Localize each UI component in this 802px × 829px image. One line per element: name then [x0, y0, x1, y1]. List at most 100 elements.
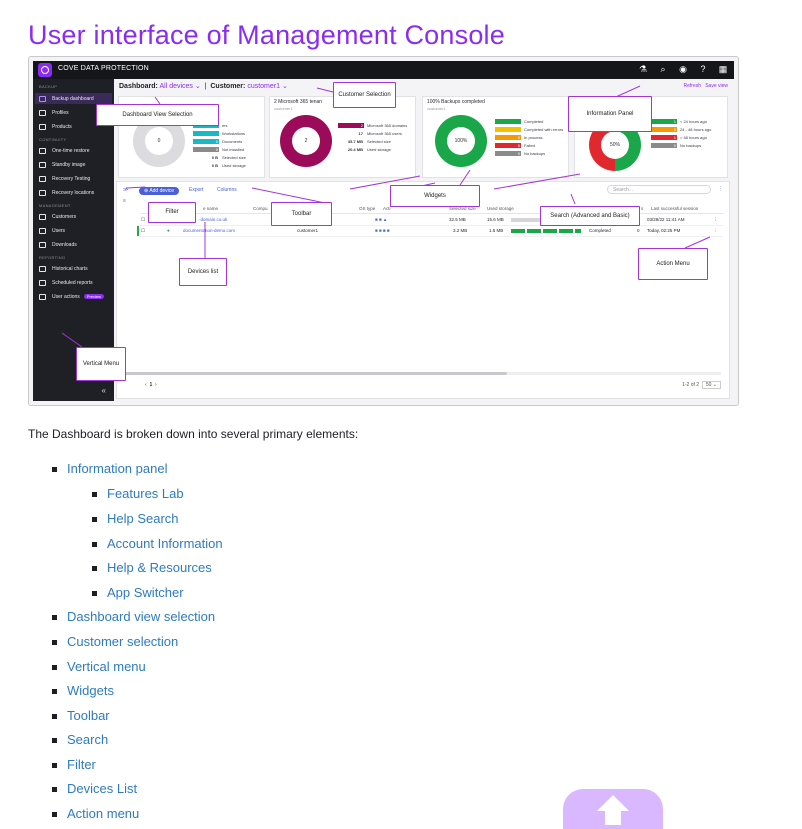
sidebar-item-backup-dashboard[interactable]: Backup dashboard	[35, 93, 112, 104]
columns-button[interactable]: Columns	[217, 187, 237, 193]
list-item-app-switcher[interactable]: App Switcher	[92, 585, 184, 605]
list-item-dashboard-view-selection[interactable]: Dashboard view selection	[51, 609, 215, 629]
widget-microsoft365: 2 Microsoft 365 tenan customer1 2 2 Micro…	[269, 96, 416, 178]
legend-label: Used storage	[222, 163, 246, 168]
row-checkbox[interactable]: ☐	[141, 228, 145, 234]
legend-swatch: 2	[338, 123, 364, 128]
device-name-link[interactable]: documentation-demo.com	[183, 228, 235, 233]
chevron-down-icon: ⌄	[192, 83, 203, 90]
sidebar-item-historical-charts[interactable]: Historical charts	[35, 263, 112, 274]
intro-text: The Dashboard is broken down into severa…	[28, 427, 359, 441]
save-view-button[interactable]: Save view	[705, 83, 728, 89]
refresh-button[interactable]: Refresh	[684, 83, 702, 89]
legend-item: Completed	[495, 119, 543, 124]
list-item-filter[interactable]: Filter	[52, 757, 96, 777]
pagination-summary: 1-2 of 2 50 ⌄	[682, 381, 721, 389]
table-row[interactable]: ☐ ● documentation-demo.com customer1 ■ ■…	[137, 226, 723, 237]
sidebar-item-one-time-restore[interactable]: One-time restore	[35, 145, 112, 156]
legend-item: 0 Not installed	[193, 147, 244, 152]
dashboard-view-select[interactable]: All devices	[159, 83, 192, 90]
sidebar-item-recovery-testing[interactable]: Recovery Testing	[35, 173, 112, 184]
export-button[interactable]: Export	[189, 187, 203, 193]
column-header[interactable]: Used storage	[487, 206, 514, 211]
callout-vertical-menu: Vertical Menu	[76, 347, 126, 381]
legend-item: 35.7 MB Selected size	[338, 139, 391, 144]
column-header[interactable]: Compu	[253, 206, 268, 211]
sidebar-item-recovery-locations[interactable]: Recovery locations	[35, 187, 112, 198]
pagination: ‹ 1 ›	[145, 382, 157, 388]
action-menu-icon[interactable]: ⋮	[713, 217, 718, 223]
legend-value: 35.7 MB	[347, 139, 363, 144]
search-icon[interactable]: ⌕	[658, 64, 668, 75]
sidebar-item-label: Recovery Testing	[52, 175, 91, 182]
current-page[interactable]: 1	[149, 382, 152, 388]
last-session: Today, 02:25 PM	[647, 228, 681, 233]
scrollbar-thumb[interactable]	[121, 372, 507, 375]
help-icon[interactable]: ?	[698, 64, 708, 75]
chevron-down-icon: ⌄	[280, 83, 288, 90]
flask-icon[interactable]: ⚗	[638, 64, 648, 75]
filter-icon[interactable]: ≡	[123, 198, 126, 204]
list-item-information-panel[interactable]: Information panel	[51, 461, 167, 481]
range-text: 1-2 of 2	[682, 382, 700, 388]
horizontal-scrollbar[interactable]	[121, 372, 721, 375]
sidebar-item-label: User actions	[52, 293, 80, 300]
customer-select[interactable]: customer1	[247, 83, 280, 90]
search-input[interactable]: Search...	[607, 185, 711, 194]
column-header[interactable]: e name	[203, 206, 218, 211]
more-icon[interactable]: ⋮	[718, 186, 723, 192]
sidebar-item-customers[interactable]: Customers	[35, 211, 112, 222]
products-icon	[39, 123, 46, 130]
sidebar-item-downloads[interactable]: Downloads	[35, 239, 112, 250]
legend-item: 17 Microsoft 365 users	[338, 131, 402, 136]
legend-item: 2 Microsoft 365 domains	[338, 123, 407, 128]
list-item-devices-list[interactable]: Devices List	[51, 781, 137, 801]
list-item-widgets[interactable]: Widgets	[52, 683, 114, 703]
legend-value: 20.4 MB	[347, 147, 363, 152]
list-item-action-menu[interactable]: Action menu	[51, 806, 139, 826]
column-header[interactable]: OS type	[359, 206, 375, 211]
used-storage: 15.6 MB	[487, 217, 504, 222]
add-device-button[interactable]: ⊕ Add device	[139, 187, 180, 195]
legend-value: 17	[358, 131, 363, 136]
list-item-account-information[interactable]: Account Information	[92, 536, 223, 556]
column-header[interactable]: Last successful session	[651, 206, 698, 211]
callout-widgets: Widgets	[390, 185, 480, 207]
filter-toggle-icon[interactable]: ≫	[123, 187, 128, 193]
donut-center: 2	[292, 127, 320, 155]
app-grid-icon[interactable]: ▦	[718, 64, 728, 75]
action-menu-icon[interactable]: ⋮	[713, 228, 718, 234]
legend-item: 0 Documents	[193, 139, 242, 144]
list-item-help-search[interactable]: Help Search	[92, 511, 179, 531]
list-item-search[interactable]: Search	[51, 732, 108, 752]
row-checkbox[interactable]: ☐	[141, 217, 145, 223]
status-ok-icon: ●	[167, 228, 170, 233]
callout-filter: Filter	[148, 202, 196, 223]
sidebar-item-scheduled-reports[interactable]: Scheduled reports	[35, 277, 112, 288]
account-icon[interactable]: ◉	[678, 64, 688, 75]
column-header[interactable]: s	[641, 206, 643, 211]
list-item-features-lab[interactable]: Features Lab	[92, 486, 184, 506]
sidebar-item-label: Standby image	[52, 161, 86, 168]
widget-subtitle: customer1	[274, 106, 293, 111]
customer-cell: customer1	[297, 228, 319, 233]
back-to-top-button[interactable]	[563, 789, 663, 829]
profiles-icon	[39, 109, 46, 116]
collapse-sidebar-icon[interactable]: «	[102, 386, 106, 395]
per-page-select[interactable]: 50 ⌄	[701, 381, 721, 389]
list-item-vertical-menu[interactable]: Vertical menu	[52, 659, 146, 679]
sidebar-item-user-actions[interactable]: User actions Preview	[35, 291, 112, 302]
row-accent	[137, 226, 139, 236]
chart-icon	[39, 265, 46, 272]
callout-information-panel: Information Panel	[568, 96, 652, 132]
legend-swatch	[495, 119, 521, 124]
sidebar-item-standby-image[interactable]: Standby image	[35, 159, 112, 170]
sidebar-item-users[interactable]: Users	[35, 225, 112, 236]
list-item-toolbar[interactable]: Toolbar	[52, 708, 110, 728]
header-actions: Refresh Save view	[684, 83, 728, 89]
list-item-customer-selection[interactable]: Customer selection	[51, 634, 178, 654]
device-name-link[interactable]: -domain.co.uk	[199, 217, 227, 222]
reports-icon	[39, 279, 46, 286]
sidebar-section-label: REPORTING	[39, 255, 66, 260]
list-item-help-resources[interactable]: Help & Resources	[92, 560, 212, 580]
